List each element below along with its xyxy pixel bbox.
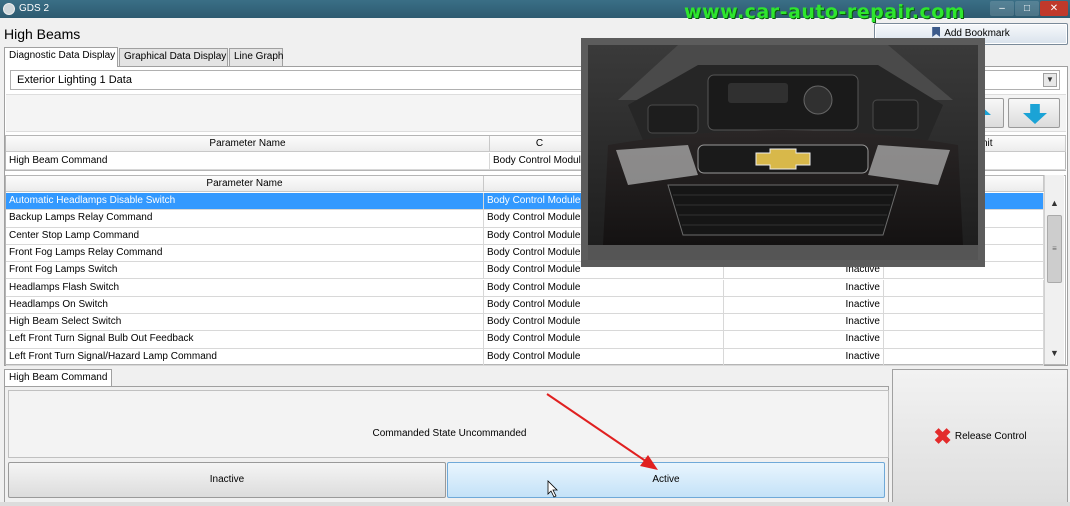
annotation-arrow-head bbox=[640, 455, 658, 470]
annotation-arrow-line bbox=[546, 393, 651, 465]
status-strip bbox=[0, 502, 1070, 506]
mouse-cursor-icon bbox=[547, 480, 558, 498]
annotation-overlay bbox=[546, 393, 658, 498]
